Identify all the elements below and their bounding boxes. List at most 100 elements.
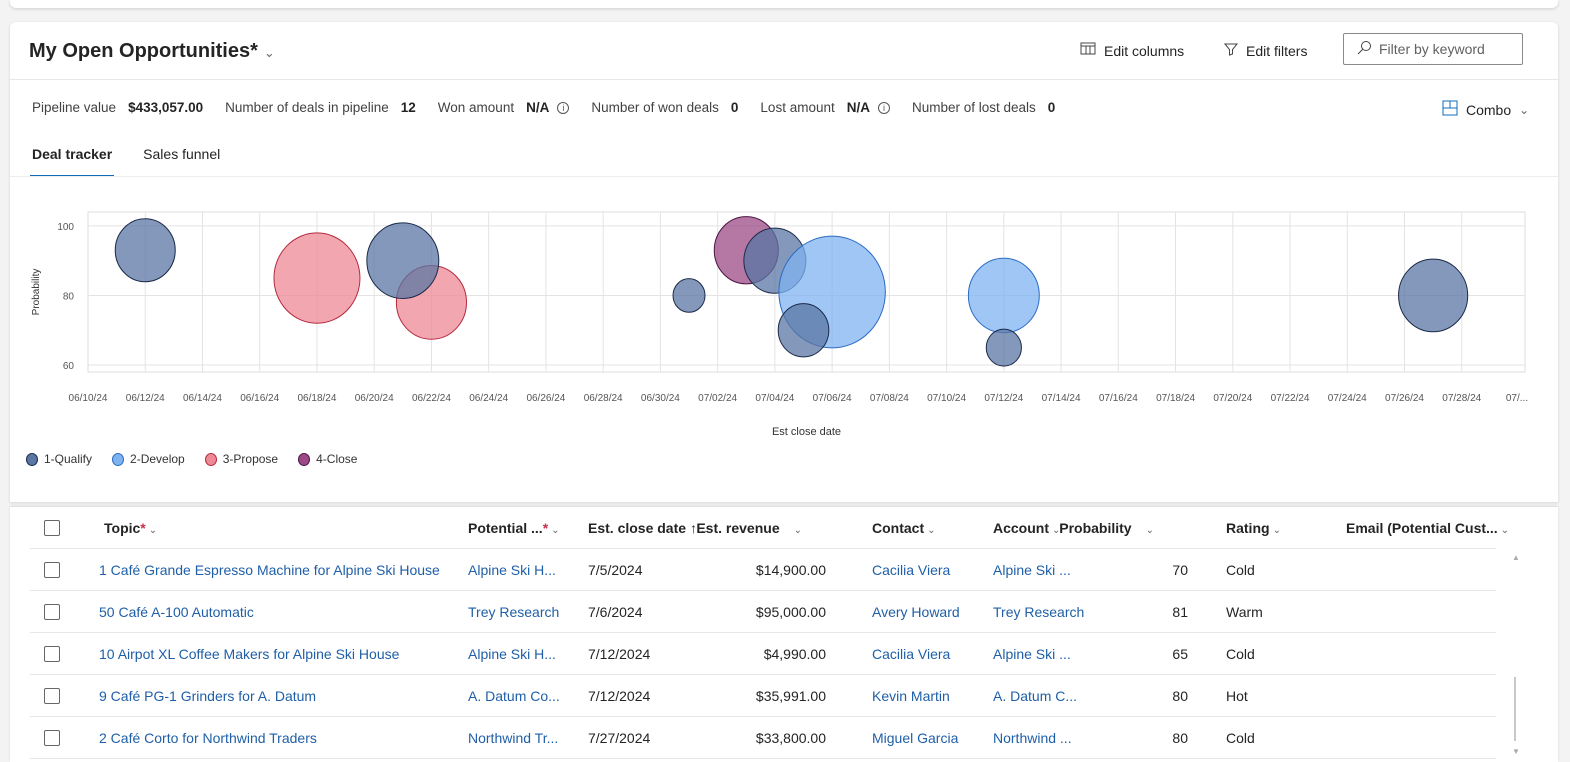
topic-link[interactable]: 1 Café Grande Espresso Machine for Alpin… xyxy=(99,549,440,591)
column-header[interactable]: Account ⌄ xyxy=(993,507,1060,552)
x-axis-label: Est close date xyxy=(772,426,841,438)
scroll-up-icon[interactable]: ▲ xyxy=(1512,553,1520,562)
legend-label: 1-Qualify xyxy=(44,452,93,466)
potential-customer-link[interactable]: Trey Research xyxy=(468,591,559,633)
potential-customer-link[interactable]: Alpine Ski H... xyxy=(468,633,556,675)
account-link[interactable]: Alpine Ski ... xyxy=(993,633,1071,675)
select-all-checkbox[interactable] xyxy=(44,520,60,536)
opportunities-grid: ▲ ▼ Topic* ⌄ Potential ...* ⌄ Est. close dat… xyxy=(10,507,1558,762)
est-revenue: $95,000.00 xyxy=(755,604,826,620)
x-tick-label: 07/... xyxy=(1506,393,1528,404)
x-tick-label: 06/28/24 xyxy=(584,393,623,404)
legend-item[interactable]: 4-Close xyxy=(298,452,357,466)
y-axis-label: Probability xyxy=(31,269,42,316)
probability: 80 xyxy=(1172,730,1188,746)
legend-item[interactable]: 1-Qualify xyxy=(26,452,92,466)
chart-legend: 1-Qualify 2-Develop 3-Propose 4-Close xyxy=(26,452,357,466)
row-checkbox[interactable] xyxy=(44,688,60,704)
row-checkbox[interactable] xyxy=(44,730,60,746)
column-header[interactable]: Est. close date ↑ ⌄ xyxy=(588,507,708,552)
x-tick-label: 07/16/24 xyxy=(1099,393,1138,404)
legend-label: 4-Close xyxy=(316,452,358,466)
x-tick-label: 06/14/24 xyxy=(183,393,222,404)
chevron-down-icon: ⌄ xyxy=(1500,525,1510,536)
account-link[interactable]: Northwind ... xyxy=(993,717,1072,759)
x-tick-label: 07/26/24 xyxy=(1385,393,1424,404)
chevron-down-icon: ⌄ xyxy=(927,525,936,536)
contact-link[interactable]: Avery Howard xyxy=(872,591,960,633)
row-checkbox[interactable] xyxy=(44,562,60,578)
column-header[interactable]: Probability ⌄ xyxy=(1059,507,1154,552)
legend-label: 3-Propose xyxy=(222,452,279,466)
contact-link[interactable]: Cacilia Viera xyxy=(872,549,950,591)
x-tick-label: 07/28/24 xyxy=(1442,393,1481,404)
probability: 65 xyxy=(1172,646,1188,662)
rating: Cold xyxy=(1226,730,1255,746)
account-link[interactable]: Trey Research xyxy=(993,591,1084,633)
est-close-date: 7/6/2024 xyxy=(588,604,643,620)
column-header-label: Est. revenue xyxy=(696,520,780,536)
column-header[interactable]: Contact ⌄ xyxy=(872,507,936,552)
contact-link[interactable]: Cacilia Viera xyxy=(872,633,950,675)
row-checkbox[interactable] xyxy=(44,646,60,662)
row-checkbox[interactable] xyxy=(44,604,60,620)
account-link[interactable]: Alpine Ski ... xyxy=(993,549,1071,591)
x-tick-label: 07/22/24 xyxy=(1271,393,1310,404)
chevron-down-icon: ⌄ xyxy=(551,525,560,536)
bubble-3-propose xyxy=(273,232,361,324)
x-tick-label: 07/04/24 xyxy=(755,393,794,404)
scrollbar[interactable] xyxy=(1514,677,1516,741)
topic-link[interactable]: 50 Café A-100 Automatic xyxy=(99,591,254,633)
column-header-label: Probability xyxy=(1059,520,1132,536)
legend-item[interactable]: 3-Propose xyxy=(204,452,279,466)
contact-link[interactable]: Kevin Martin xyxy=(872,675,950,717)
probability: 80 xyxy=(1172,688,1188,704)
bubble-1-qualify xyxy=(672,278,706,313)
column-header[interactable]: Topic* ⌄ xyxy=(104,507,157,552)
x-tick-label: 06/16/24 xyxy=(240,393,279,404)
legend-swatch xyxy=(298,452,311,466)
contact-link[interactable]: Miguel Garcia xyxy=(872,717,958,759)
table-row[interactable]: 10 Airpot XL Coffee Makers for Alpine Sk… xyxy=(30,633,1496,675)
account-link[interactable]: A. Datum C... xyxy=(993,675,1077,717)
column-header[interactable]: Email (Potential Cust... ⌄ xyxy=(1346,507,1509,552)
est-close-date: 7/27/2024 xyxy=(588,730,651,746)
x-tick-label: 06/22/24 xyxy=(412,393,451,404)
legend-swatch xyxy=(112,452,125,466)
topic-link[interactable]: 10 Airpot XL Coffee Makers for Alpine Sk… xyxy=(99,633,399,675)
column-header-label: Contact xyxy=(872,520,925,536)
potential-customer-link[interactable]: Northwind Tr... xyxy=(468,717,558,759)
column-header[interactable]: Potential ...* ⌄ xyxy=(468,507,560,552)
legend-swatch xyxy=(204,452,217,466)
column-header[interactable]: Est. revenue ⌄ xyxy=(696,507,802,552)
rating: Cold xyxy=(1226,646,1255,662)
column-header[interactable]: Rating ⌄ xyxy=(1226,507,1281,552)
x-tick-label: 07/02/24 xyxy=(698,393,737,404)
x-tick-label: 06/12/24 xyxy=(126,393,165,404)
column-header-label: Rating xyxy=(1226,520,1270,536)
y-tick-label: 100 xyxy=(57,222,74,233)
est-revenue: $35,991.00 xyxy=(755,688,826,704)
topic-link[interactable]: 2 Café Corto for Northwind Traders xyxy=(99,717,317,759)
x-tick-label: 06/26/24 xyxy=(526,393,565,404)
est-revenue: $4,990.00 xyxy=(763,646,826,662)
x-tick-label: 07/24/24 xyxy=(1328,393,1367,404)
est-revenue: $14,900.00 xyxy=(755,562,826,578)
scroll-down-icon[interactable]: ▼ xyxy=(1512,747,1520,756)
opportunities-panel: My Open Opportunities* ⌄ Edit columns Edi… xyxy=(10,22,1558,502)
x-tick-label: 07/14/24 xyxy=(1042,393,1081,404)
x-tick-label: 07/06/24 xyxy=(813,393,852,404)
potential-customer-link[interactable]: A. Datum Co... xyxy=(468,675,560,717)
legend-label: 2-Develop xyxy=(130,452,185,466)
table-row[interactable]: 50 Café A-100 Automatic Trey Research 7/6/… xyxy=(30,591,1496,633)
legend-item[interactable]: 2-Develop xyxy=(112,452,185,466)
topic-link[interactable]: 9 Café PG-1 Grinders for A. Datum xyxy=(99,675,316,717)
column-header-label: Email (Potential Cust... xyxy=(1346,520,1498,536)
rating: Warm xyxy=(1226,604,1263,620)
table-row[interactable]: 1 Café Grande Espresso Machine for Alpin… xyxy=(30,549,1496,591)
bubble-1-qualify xyxy=(777,303,830,358)
table-row[interactable]: 9 Café PG-1 Grinders for A. Datum A. Datu… xyxy=(30,675,1496,717)
potential-customer-link[interactable]: Alpine Ski H... xyxy=(468,549,556,591)
x-tick-label: 06/20/24 xyxy=(355,393,394,404)
table-row[interactable]: 2 Café Corto for Northwind Traders Northw… xyxy=(30,717,1496,759)
